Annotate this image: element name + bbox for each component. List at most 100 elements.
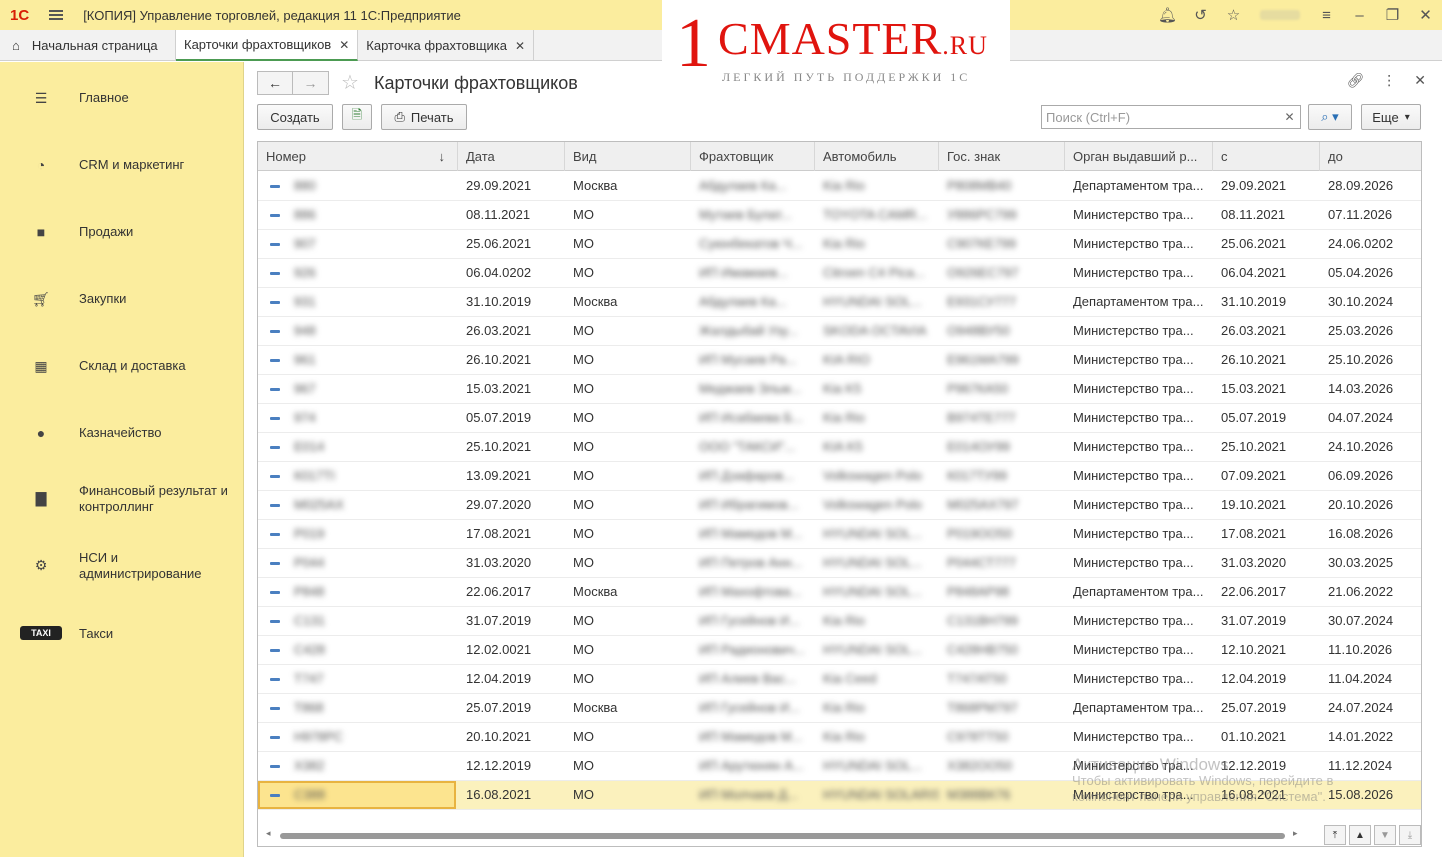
sidebar-item-taxi[interactable]: TAXI Такси (0, 624, 244, 644)
cell-to: 30.10.2024 (1328, 294, 1394, 309)
cell-plate: С131ВН799 (947, 613, 1018, 628)
cell-car: Kia Rio (823, 729, 865, 744)
sidebar-item-admin[interactable]: ⚙ НСИ и администрирование (0, 549, 244, 583)
table-row[interactable]: Р848 22.06.2017 Москва ИП Махофтова... HYUND… (258, 578, 1421, 607)
table-row[interactable]: Т868 25.07.2019 Москва ИП Гусейнов И... Kia … (258, 694, 1421, 723)
go-up-button[interactable]: ▲ (1349, 825, 1371, 845)
bell-icon[interactable]: 🔔︎ (1151, 0, 1184, 30)
cart-icon: 🛒︎ (32, 290, 50, 307)
tab-carrier-card[interactable]: Карточка фрахтовщика ✕ (358, 30, 535, 61)
close-form-icon[interactable]: ✕ (1414, 72, 1426, 89)
tab-home[interactable]: ⌂ Начальная страница (0, 30, 176, 61)
create-button[interactable]: Создать (257, 104, 333, 130)
table-row[interactable]: 880 29.09.2021 Москва Абдулаев Ка... Kia Rio… (258, 172, 1421, 201)
column-header-plate[interactable]: Гос. знак (939, 142, 1065, 171)
forward-button[interactable]: → (293, 71, 329, 95)
main-menu-icon[interactable] (49, 10, 64, 20)
sidebar-item-purchases[interactable]: 🛒︎ Закупки (0, 289, 244, 309)
back-button[interactable]: ← (257, 71, 293, 95)
more-button[interactable]: Еще ▾ (1361, 104, 1421, 130)
cell-issuer: Департаментом тра... (1073, 178, 1204, 193)
column-header-to[interactable]: до (1320, 142, 1421, 171)
cell-issuer: Министерство тра... (1073, 381, 1194, 396)
column-header-kind[interactable]: Вид (565, 142, 691, 171)
cell-date: 16.08.2021 (466, 787, 532, 802)
print-button[interactable]: ⎙ Печать (381, 104, 467, 130)
table-row[interactable]: М025АХ 29.07.2020 МО ИП Ибрагимов... Volkswa… (258, 491, 1421, 520)
cell-issuer: Министерство тра... (1073, 236, 1194, 251)
sidebar-item-treasury[interactable]: ● Казначейство (0, 423, 244, 443)
restore-icon[interactable]: ❐ (1376, 0, 1409, 30)
user-name[interactable] (1260, 10, 1300, 20)
go-last-button[interactable]: ⤓ (1399, 825, 1421, 845)
table-row[interactable]: Р044 31.03.2020 МО ИП Петров Анн... HYUNDAI … (258, 549, 1421, 578)
scroll-right-icon[interactable]: ▸ (1293, 828, 1298, 839)
cell-to: 21.06.2022 (1328, 584, 1394, 599)
table-row[interactable]: К017ТI 13.09.2021 МО ИП Дзафаров... Volkswag… (258, 462, 1421, 491)
cell-carrier: ИП Мусаев Ра... (699, 352, 797, 367)
column-header-number[interactable]: Номер ↓ (258, 142, 458, 171)
more-vertical-icon[interactable]: ⋮ (1382, 72, 1396, 89)
row-status-icon (270, 272, 280, 275)
tab-carrier-cards[interactable]: Карточки фрахтовщиков ✕ (176, 30, 359, 61)
column-header-car[interactable]: Автомобиль (815, 142, 939, 171)
table-row[interactable]: 948 26.03.2021 МО Жалдыбай Узу... SKODA OCTA… (258, 317, 1421, 346)
table-row[interactable]: С428 12.02.0021 МО ИП Радионович... HYUNDAI … (258, 636, 1421, 665)
chevron-down-icon: ▾ (1404, 111, 1410, 123)
excel-export-button[interactable]: 🗎︎ (342, 104, 372, 130)
cell-plate: Р808МВ40 (947, 178, 1012, 193)
table-row[interactable]: Е014 25.10.2021 МО ООО "ТАКСИ"... KIA K5 Е014… (258, 433, 1421, 462)
sidebar-item-sales[interactable]: ■ Продажи (0, 222, 244, 242)
link-icon[interactable]: 🔗︎ (1346, 72, 1364, 89)
table-row[interactable]: 886 08.11.2021 МО Мутаев Булат... TOYOTA CAM… (258, 201, 1421, 230)
menu-icon: ☰ (34, 89, 48, 106)
cell-date: 12.02.0021 (466, 642, 532, 657)
app-logo[interactable]: 1С (10, 7, 29, 24)
cell-to: 28.09.2026 (1328, 178, 1394, 193)
search-clear-button[interactable]: ✕ (1279, 105, 1301, 129)
cell-issuer: Министерство тра... (1073, 729, 1194, 744)
cell-to: 06.09.2026 (1328, 468, 1394, 483)
search-input[interactable]: Поиск (Ctrl+F) (1041, 105, 1301, 129)
cell-to: 16.08.2026 (1328, 526, 1394, 541)
sidebar-item-crm[interactable]: ◔ CRM и маркетинг (0, 155, 244, 175)
table-row[interactable]: С131 31.07.2019 МО ИП Гусейнов И... Kia Rio С… (258, 607, 1421, 636)
sidebar-item-main[interactable]: ☰ Главное (0, 88, 244, 108)
go-first-button[interactable]: ⤒ (1324, 825, 1346, 845)
table-row[interactable]: 907 25.06.2021 МО Суюнбекатов Ч... Kia Rio С9… (258, 230, 1421, 259)
cell-number: 880 (294, 178, 316, 193)
sidebar-item-warehouse[interactable]: ▦ Склад и доставка (0, 356, 244, 376)
scrollbar-thumb[interactable] (280, 833, 1285, 839)
table-row[interactable]: Р019 17.08.2021 МО ИП Мамедов М... HYUNDAI S… (258, 520, 1421, 549)
table-row[interactable]: 974 05.07.2019 МО ИП Исабаева Б... Kia Rio В9… (258, 404, 1421, 433)
column-header-from[interactable]: с (1213, 142, 1320, 171)
search-options-button[interactable]: ⌕ ▾ (1308, 104, 1352, 130)
horizontal-scrollbar[interactable]: ◂ ▸ (258, 827, 1318, 845)
close-window-icon[interactable]: ✕ (1409, 0, 1442, 30)
table-row[interactable]: Т747 12.04.2019 МО ИП Алиев Вас... Kia Ceed Т… (258, 665, 1421, 694)
favorites-star-icon[interactable]: ☆ (1217, 0, 1250, 30)
cell-issuer: Министерство тра... (1073, 671, 1194, 686)
cell-carrier: Абдулаев Ка... (699, 178, 787, 193)
column-header-carrier[interactable]: Фрахтовщик (691, 142, 815, 171)
cell-kind: МО (573, 265, 594, 280)
favorite-star-icon[interactable]: ☆ (341, 70, 359, 95)
cell-plate: Е931СУ777 (947, 294, 1017, 309)
column-header-issuer[interactable]: Орган выдавший р... (1065, 142, 1213, 171)
table-row[interactable]: 926 06.04.0202 МО ИП Имамаев... Citroen C4 P… (258, 259, 1421, 288)
table-row[interactable]: 967 15.03.2021 МО Меджаев Эльм... Kia K5 Р967… (258, 375, 1421, 404)
row-status-icon (270, 243, 280, 246)
close-tab-icon[interactable]: ✕ (339, 38, 349, 52)
table-row[interactable]: Н978РС 20.10.2021 МО ИП Мамедов М... Kia Rio… (258, 723, 1421, 752)
minimize-icon[interactable]: – (1343, 0, 1376, 30)
column-header-date[interactable]: Дата (458, 142, 565, 171)
cell-date: 26.03.2021 (466, 323, 532, 338)
settings-menu-icon[interactable]: ≡ (1310, 0, 1343, 30)
table-row[interactable]: 961 26.10.2021 МО ИП Мусаев Ра... KIA RIO Е96… (258, 346, 1421, 375)
go-down-button[interactable]: ▼ (1374, 825, 1396, 845)
close-tab-icon[interactable]: ✕ (515, 39, 525, 53)
history-icon[interactable]: ↺ (1184, 0, 1217, 30)
sidebar-item-finance[interactable]: ▇ Финансовый результат и контроллинг (0, 482, 244, 516)
table-row[interactable]: 931 31.10.2019 Москва Абдулаев Ка... HYUNDAI… (258, 288, 1421, 317)
scroll-left-icon[interactable]: ◂ (266, 828, 271, 839)
